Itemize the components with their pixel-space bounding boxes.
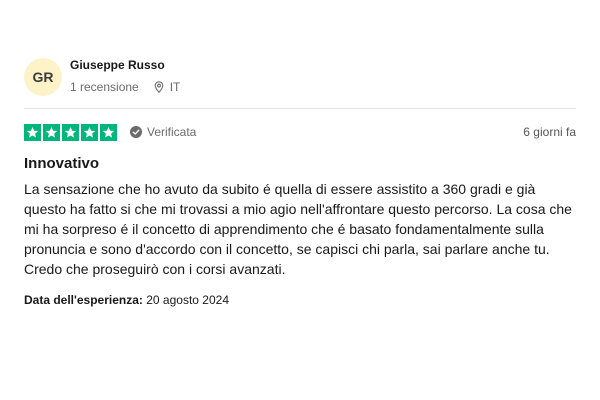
- star-icon: [81, 123, 98, 141]
- rating-row: Verificata 6 giorni fa: [24, 123, 576, 141]
- divider: [24, 108, 576, 109]
- review-paragraph: La sensazione che ho avuto da subito é q…: [24, 181, 572, 257]
- avatar[interactable]: GR: [24, 58, 62, 96]
- verified-label: Verificata: [147, 125, 197, 139]
- review-card: GR Giuseppe Russo 1 recensione IT Verifi…: [24, 52, 576, 307]
- reviewer-meta: 1 recensione IT: [70, 80, 180, 94]
- reviewer-name[interactable]: Giuseppe Russo: [70, 58, 180, 72]
- star-icon: [100, 123, 117, 141]
- verified-check-icon: [130, 126, 142, 138]
- reviewer-header: GR Giuseppe Russo 1 recensione IT: [24, 52, 576, 102]
- star-rating: [24, 123, 117, 141]
- reviewer-country: IT: [169, 80, 181, 94]
- review-date: 6 giorni fa: [523, 125, 576, 139]
- review-paragraph: Credo che proseguirò con i corsi avanzat…: [24, 261, 286, 277]
- experience-date-row: Data dell'esperienza: 20 agosto 2024: [24, 293, 576, 307]
- verified-badge[interactable]: Verificata: [130, 125, 196, 139]
- experience-label: Data dell'esperienza:: [24, 293, 143, 307]
- review-body: La sensazione che ho avuto da subito é q…: [24, 179, 576, 279]
- star-icon: [24, 123, 41, 141]
- star-icon: [62, 123, 79, 141]
- avatar-initials: GR: [32, 69, 54, 85]
- star-icon: [43, 123, 60, 141]
- review-title[interactable]: Innovativo: [24, 155, 576, 172]
- location-pin-icon: [154, 81, 164, 93]
- experience-date: 20 agosto 2024: [146, 293, 229, 307]
- review-count: 1 recensione: [70, 80, 139, 94]
- reviewer-info: Giuseppe Russo 1 recensione IT: [70, 58, 180, 94]
